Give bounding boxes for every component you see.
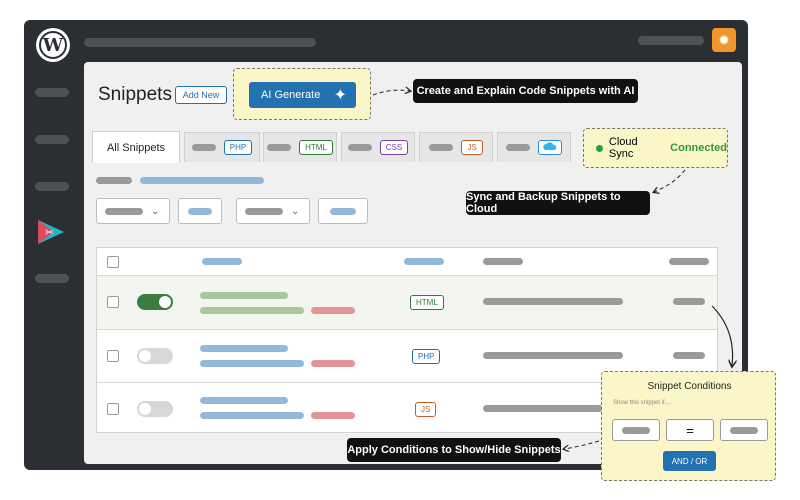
callout-arrows [372,0,800,500]
